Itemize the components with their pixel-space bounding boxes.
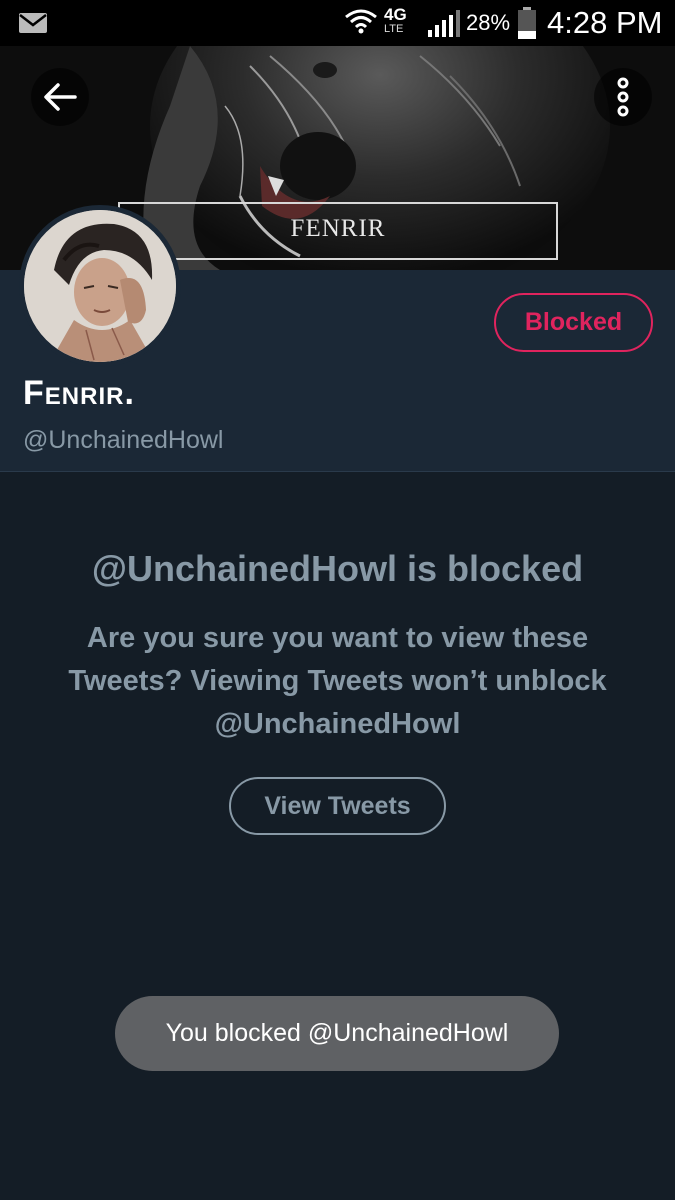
- wifi-icon: [345, 9, 377, 34]
- network-type: 4G: [384, 5, 407, 24]
- display-name: Fenrir.: [23, 374, 135, 412]
- toast-message: You blocked @UnchainedHowl: [115, 996, 559, 1071]
- view-tweets-button[interactable]: View Tweets: [229, 777, 446, 835]
- blocked-button[interactable]: Blocked: [494, 293, 653, 352]
- avatar-image: [24, 210, 176, 362]
- blocked-notice-title: @UnchainedHowl is blocked: [91, 548, 584, 589]
- battery-percent: 28%: [466, 10, 511, 35]
- mail-icon: [19, 13, 47, 33]
- status-bar: 4G LTE 28% 4:28 PM: [0, 0, 675, 46]
- avatar[interactable]: [19, 205, 181, 367]
- blocked-notice-body: Are you sure you want to view these Twee…: [68, 622, 607, 740]
- arrow-left-icon: [44, 83, 77, 111]
- signal-icon: [428, 10, 460, 37]
- header-banner-text: FENRIR: [118, 202, 558, 260]
- clock: 4:28 PM: [547, 5, 663, 40]
- network-sub: LTE: [384, 23, 404, 35]
- battery-icon: [518, 7, 536, 39]
- profile-handle: @UnchainedHowl: [23, 426, 224, 454]
- back-button[interactable]: [31, 68, 89, 126]
- more-vertical-icon: [617, 77, 629, 117]
- more-options-button[interactable]: [594, 68, 652, 126]
